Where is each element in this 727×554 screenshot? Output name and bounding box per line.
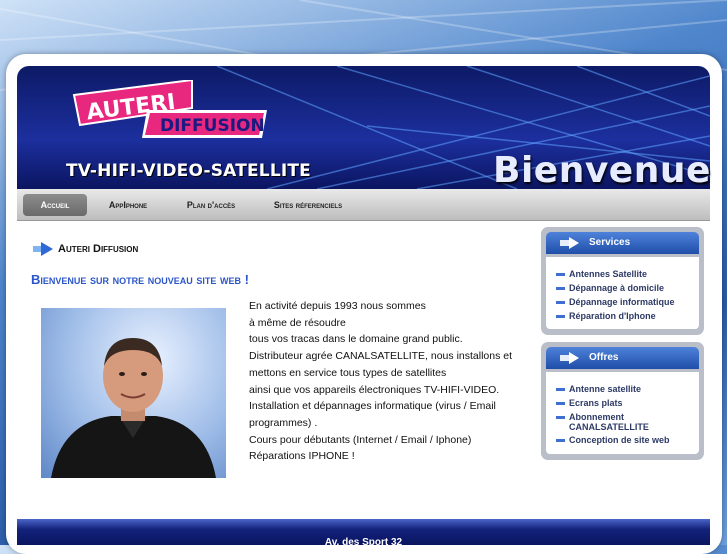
description-line: En activité depuis 1993 nous sommes <box>249 300 426 312</box>
services-box: Services Antennes Satellite Dépannage à … <box>541 227 704 335</box>
tagline: TV-HIFI-VIDEO-SATELLITE <box>66 161 311 181</box>
description-line: Réparations IPHONE ! <box>249 450 355 463</box>
description-line: Distributeur agrée CANALSATELLITE, nous … <box>249 350 513 363</box>
arrow-right-icon <box>33 242 53 256</box>
nav-item-sites-referenciels[interactable]: Sites réferenciels <box>263 194 353 216</box>
services-item[interactable]: Antennes Satellite <box>556 269 647 279</box>
logo-text-bottom: DIFFUSION <box>160 116 265 136</box>
offres-item[interactable]: Ecrans plats <box>556 398 623 408</box>
services-title: Services <box>589 237 631 248</box>
description-line: Cours pour débutants (Internet / Email /… <box>249 433 472 446</box>
nav-item-appiphone[interactable]: AppIphone <box>97 194 159 216</box>
offres-title: Offres <box>589 352 619 363</box>
offres-item[interactable]: Abonnement CANALSATELLITE <box>556 412 666 432</box>
nav-item-plan-acces[interactable]: Plan d'accès <box>177 194 245 216</box>
footer: Av. des Sport 32 <box>17 519 710 548</box>
offres-header: Offres <box>546 347 699 369</box>
services-item[interactable]: Réparation d'Iphone <box>556 311 656 321</box>
portrait-photo <box>41 308 226 478</box>
offres-item[interactable]: Antenne satellite <box>556 384 641 394</box>
description-line: ainsi que vos appareils électroniques TV… <box>249 383 500 396</box>
services-item[interactable]: Dépannage à domicile <box>556 283 664 293</box>
arrow-right-icon <box>560 352 579 364</box>
description-line: à même de résoudre <box>249 316 346 329</box>
logo: AUTERI DIFFUSION <box>72 80 267 138</box>
services-list: Antennes Satellite Dépannage à domicile … <box>546 257 699 329</box>
services-item[interactable]: Dépannage informatique <box>556 297 675 307</box>
offres-box: Offres Antenne satellite Ecrans plats Ab… <box>541 342 704 460</box>
banner-welcome: Bienvenue <box>493 150 711 191</box>
description-line: Installation et dépannages informatique … <box>249 400 496 413</box>
offres-item[interactable]: Conception de site web <box>556 435 670 445</box>
main-nav: Accueil AppIphone Plan d'accès Sites réf… <box>17 189 710 221</box>
offres-list: Antenne satellite Ecrans plats Abonnemen… <box>546 372 699 454</box>
arrow-right-icon <box>560 237 579 249</box>
nav-item-accueil[interactable]: Accueil <box>23 194 87 216</box>
page-title: Auteri Diffusion <box>58 243 139 255</box>
description: En activité depuis 1993 nous sommes à mê… <box>249 298 519 465</box>
headline: Bienvenue sur notre nouveau site web ! <box>31 272 249 287</box>
description-line: mettons en service tous types de satelli… <box>249 366 447 379</box>
description-line: tous vos tracas dans le domaine grand pu… <box>249 333 463 346</box>
services-header: Services <box>546 232 699 254</box>
footer-address: Av. des Sport 32 <box>324 537 403 548</box>
description-line: programmes) . <box>249 416 318 429</box>
